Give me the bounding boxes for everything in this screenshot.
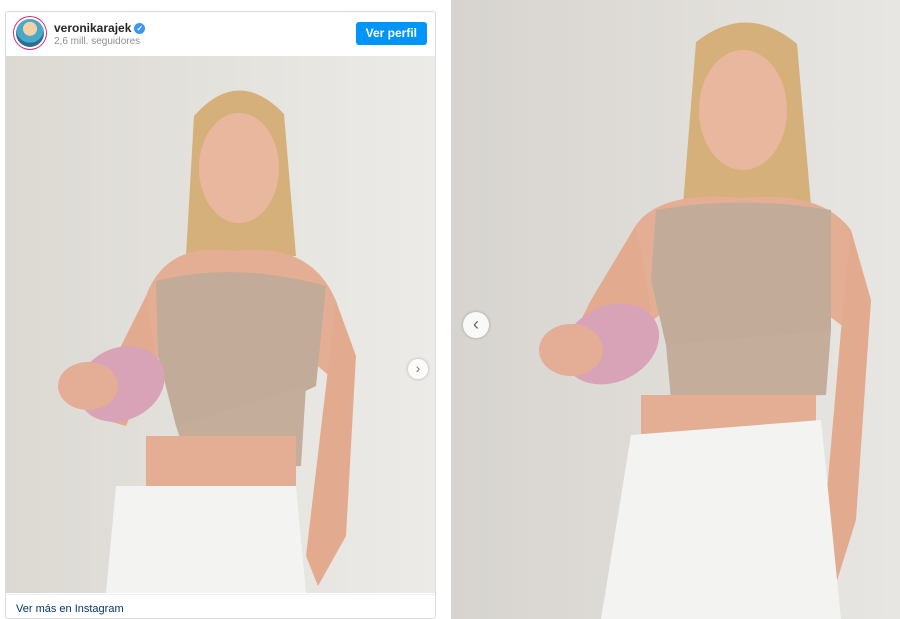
post-header: veronikarajek ✓ 2,6 mill. seguidores Ver … [6, 12, 435, 57]
chevron-right-icon[interactable]: › [408, 359, 428, 379]
post-footer: Ver más en Instagram [6, 594, 435, 618]
post-photo[interactable]: › [6, 56, 435, 593]
carousel-image-2[interactable]: ‹ [451, 0, 900, 619]
instagram-embed-card: veronikarajek ✓ 2,6 mill. seguidores Ver … [5, 11, 436, 619]
username[interactable]: veronikarajek [54, 21, 131, 35]
view-more-on-instagram-link[interactable]: Ver más en Instagram [16, 603, 124, 615]
photo-illustration [6, 56, 435, 593]
verified-check-icon: ✓ [134, 23, 146, 34]
username-row[interactable]: veronikarajek ✓ [54, 21, 146, 35]
follower-count: 2,6 mill. seguidores [54, 36, 141, 47]
view-profile-button[interactable]: Ver perfil [355, 22, 427, 45]
photo-illustration-2 [451, 0, 900, 619]
profile-avatar[interactable] [16, 19, 44, 47]
chevron-left-icon[interactable]: ‹ [463, 312, 489, 338]
